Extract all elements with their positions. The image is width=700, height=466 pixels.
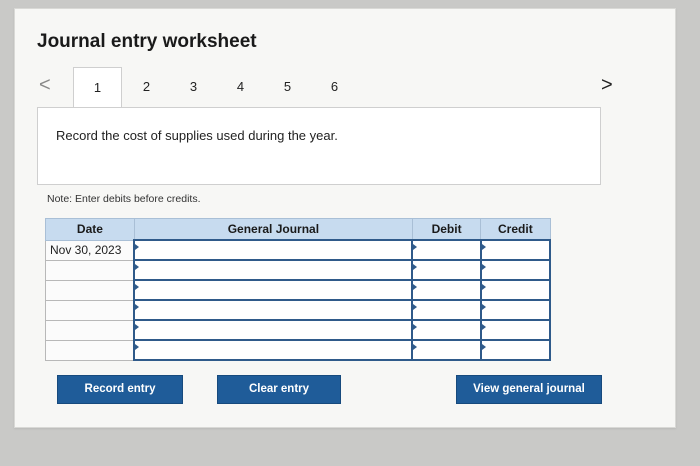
table-row: [45, 339, 552, 361]
tab-1[interactable]: 1: [73, 67, 122, 109]
debit-input[interactable]: [411, 279, 482, 301]
date-cell[interactable]: [45, 319, 135, 341]
table-row: [45, 259, 552, 281]
instruction-box: Record the cost of supplies used during …: [37, 107, 601, 185]
account-input[interactable]: [133, 339, 414, 361]
worksheet-card: Journal entry worksheet < 1 2 3 4 5 6 > …: [14, 8, 676, 428]
header-credit: Credit: [480, 218, 551, 241]
tab-2[interactable]: 2: [123, 67, 170, 107]
instruction-text: Record the cost of supplies used during …: [56, 128, 338, 143]
prev-arrow-icon[interactable]: <: [39, 75, 51, 95]
credit-input[interactable]: [479, 259, 552, 281]
journal-header-row: Date General Journal Debit Credit: [45, 218, 551, 241]
credit-input[interactable]: [479, 239, 552, 261]
table-row: Nov 30, 2023: [45, 239, 552, 261]
account-input[interactable]: [133, 279, 414, 301]
credit-input[interactable]: [479, 339, 552, 361]
date-cell[interactable]: [45, 279, 135, 301]
date-cell: Nov 30, 2023: [45, 239, 135, 261]
debit-input[interactable]: [411, 299, 482, 321]
account-input[interactable]: [133, 259, 414, 281]
debit-input[interactable]: [411, 239, 482, 261]
header-date: Date: [45, 218, 135, 241]
table-row: [45, 319, 552, 341]
view-general-journal-button[interactable]: View general journal: [456, 375, 602, 404]
credit-input[interactable]: [479, 319, 552, 341]
date-cell[interactable]: [45, 339, 135, 361]
note-text: Note: Enter debits before credits.: [47, 193, 201, 205]
tab-6[interactable]: 6: [311, 67, 358, 107]
next-arrow-icon[interactable]: >: [601, 75, 613, 95]
tab-bar: 1 2 3 4 5 6: [73, 67, 358, 109]
clear-entry-button[interactable]: Clear entry: [217, 375, 341, 404]
record-entry-button[interactable]: Record entry: [57, 375, 183, 404]
table-row: [45, 279, 552, 301]
header-debit: Debit: [411, 218, 482, 241]
debit-input[interactable]: [411, 259, 482, 281]
debit-input[interactable]: [411, 319, 482, 341]
date-cell[interactable]: [45, 259, 135, 281]
header-general-journal: General Journal: [133, 218, 413, 241]
tab-3[interactable]: 3: [170, 67, 217, 107]
date-cell[interactable]: [45, 299, 135, 321]
table-row: [45, 299, 552, 321]
account-input[interactable]: [133, 239, 414, 261]
credit-input[interactable]: [479, 279, 552, 301]
credit-input[interactable]: [479, 299, 552, 321]
journal-table: Date General Journal Debit Credit Nov 30…: [45, 218, 552, 361]
page-title: Journal entry worksheet: [37, 31, 257, 52]
tab-5[interactable]: 5: [264, 67, 311, 107]
account-input[interactable]: [133, 319, 414, 341]
debit-input[interactable]: [411, 339, 482, 361]
tab-4[interactable]: 4: [217, 67, 264, 107]
account-input[interactable]: [133, 299, 414, 321]
